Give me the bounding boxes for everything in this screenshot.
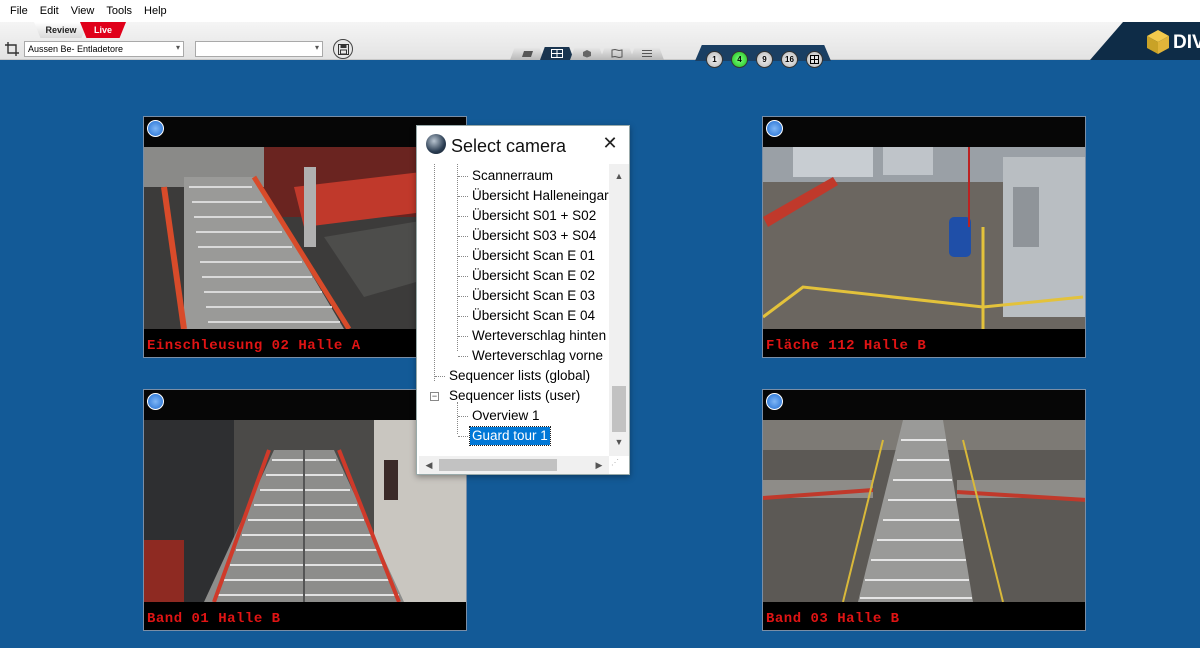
ptz-icon[interactable] [147, 120, 164, 137]
list-icon [642, 50, 652, 57]
tile-header [763, 390, 1085, 420]
scroll-up-icon[interactable]: ▲ [609, 168, 629, 184]
camera-video [763, 420, 1085, 602]
tree-connector [458, 176, 468, 177]
tree-connector [458, 436, 468, 437]
grid-icon [551, 49, 563, 58]
map-icon [611, 49, 623, 58]
tree-item-camera[interactable]: Übersicht S01 + S02 [472, 207, 596, 225]
tree-connector [458, 276, 468, 277]
scroll-left-icon[interactable]: ◀ [421, 456, 437, 474]
tree-item-camera[interactable]: Übersicht Scan E 02 [472, 267, 595, 285]
camera-icon [426, 134, 446, 154]
layout-16-button[interactable]: 16 [781, 51, 798, 68]
cube-icon [583, 50, 591, 58]
brand-logo: DIV [1173, 32, 1200, 53]
tree-item-sequencer-user[interactable]: Sequencer lists (user) [449, 387, 580, 405]
camera-caption: Band 01 Halle B [147, 611, 281, 627]
tab-3d-view[interactable] [570, 47, 604, 60]
menu-edit[interactable]: Edit [34, 5, 65, 17]
scroll-thumb[interactable] [439, 459, 557, 471]
tree-guide [434, 164, 435, 381]
tree-item-camera[interactable]: Übersicht Halleneingar [472, 187, 609, 205]
chevron-down-icon: ▾ [175, 43, 180, 52]
tree-connector [458, 356, 468, 357]
save-icon [337, 43, 349, 55]
vertical-scrollbar[interactable]: ▲ ▼ [609, 164, 629, 456]
save-button[interactable] [333, 39, 353, 59]
camera-select[interactable]: ▾ [195, 41, 323, 57]
tile-header [763, 117, 1085, 147]
tab-map-view[interactable] [600, 47, 634, 60]
tree-item-sequence[interactable]: Overview 1 [472, 407, 540, 425]
tree-connector [458, 236, 468, 237]
logo-cube-icon [1147, 30, 1169, 54]
menu-bar: File Edit View Tools Help [0, 0, 1200, 22]
tree-item-camera[interactable]: Werteverschlag hinten [472, 327, 606, 345]
camera-tile[interactable]: Fläche 112 Halle B [762, 116, 1086, 358]
tree-connector [458, 316, 468, 317]
tab-list-view[interactable] [630, 47, 664, 60]
tree-connector [458, 216, 468, 217]
layout-custom-button[interactable] [806, 51, 823, 68]
tree-item-camera[interactable]: Übersicht Scan E 04 [472, 307, 595, 325]
select-camera-dialog: Select camera ✕ Scannerraum Übersicht Ha… [416, 125, 630, 475]
site-select-value: Aussen Be- Entladetore [28, 44, 124, 54]
tree-connector [458, 416, 468, 417]
ptz-icon[interactable] [766, 120, 783, 137]
menu-file[interactable]: File [4, 5, 34, 17]
tree-item-camera[interactable]: Übersicht Scan E 03 [472, 287, 595, 305]
horizontal-scrollbar[interactable]: ◀ ▶ [419, 456, 609, 474]
tree-guide [457, 402, 458, 434]
layout-4-button[interactable]: 4 [731, 51, 748, 68]
tree-item-camera[interactable]: Übersicht S03 + S04 [472, 227, 596, 245]
live-tab[interactable]: Live [80, 22, 126, 38]
layout-9-button[interactable]: 9 [756, 51, 773, 68]
tree-item-sequencer-global[interactable]: Sequencer lists (global) [449, 367, 590, 385]
tree-item-camera[interactable]: Werteverschlag vorne [472, 347, 603, 365]
camera-video [763, 147, 1085, 329]
crop-icon[interactable] [5, 42, 19, 56]
camera-tree: Scannerraum Übersicht Halleneingar Übers… [419, 164, 609, 454]
grid-icon [810, 55, 819, 64]
tab-grid-view[interactable] [540, 47, 574, 60]
menu-view[interactable]: View [65, 5, 101, 17]
tree-item-sequence-selected[interactable]: Guard tour 1 [469, 426, 551, 446]
tree-guide [457, 164, 458, 351]
scroll-thumb[interactable] [612, 386, 626, 432]
tree-item-camera[interactable]: Übersicht Scan E 01 [472, 247, 595, 265]
resize-grip-icon[interactable]: ⋰ [611, 458, 627, 472]
tree-connector [435, 376, 445, 377]
collapse-icon[interactable]: − [430, 392, 439, 401]
camera-tile[interactable]: Band 03 Halle B [762, 389, 1086, 631]
view-tabs [510, 47, 664, 61]
tree-connector [458, 256, 468, 257]
review-tab[interactable]: Review [34, 22, 88, 38]
tree-connector [458, 296, 468, 297]
close-icon[interactable]: ✕ [601, 134, 619, 152]
site-select[interactable]: Aussen Be- Entladetore ▾ [24, 41, 184, 57]
dialog-title: Select camera [451, 136, 567, 156]
tree-item-camera[interactable]: Scannerraum [472, 167, 553, 185]
tree-connector [458, 196, 468, 197]
tab-single-view[interactable] [510, 47, 544, 60]
menu-tools[interactable]: Tools [100, 5, 138, 17]
layout-1-button[interactable]: 1 [706, 51, 723, 68]
tree-connector [458, 336, 468, 337]
single-view-icon [522, 50, 533, 57]
scroll-right-icon[interactable]: ▶ [591, 456, 607, 474]
chevron-down-icon: ▾ [314, 43, 319, 52]
camera-caption: Einschleusung 02 Halle A [147, 338, 361, 354]
ptz-icon[interactable] [766, 393, 783, 410]
ptz-icon[interactable] [147, 393, 164, 410]
camera-caption: Fläche 112 Halle B [766, 338, 927, 354]
camera-caption: Band 03 Halle B [766, 611, 900, 627]
menu-help[interactable]: Help [138, 5, 173, 17]
scroll-down-icon[interactable]: ▼ [609, 434, 629, 450]
